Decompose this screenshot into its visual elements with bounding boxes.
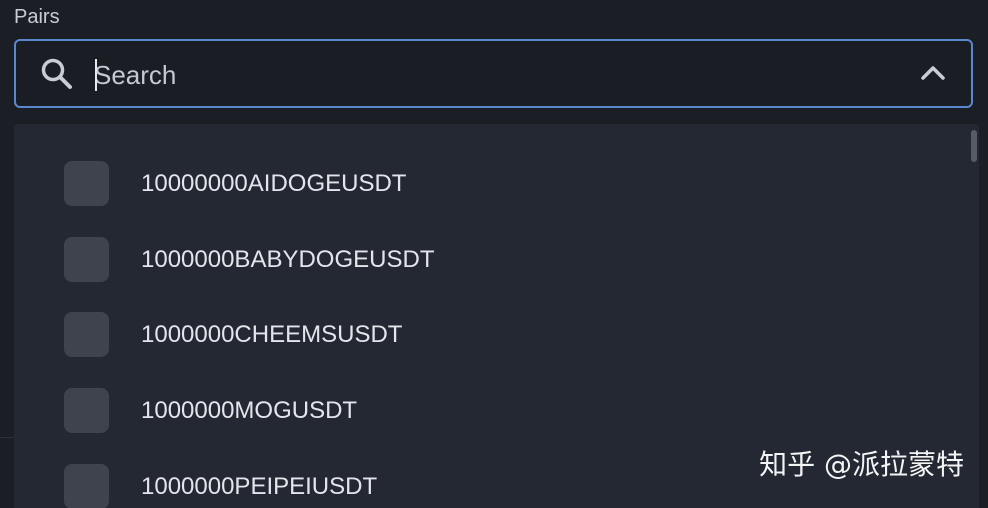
checkbox[interactable] [64, 312, 109, 357]
option-label: 1000000MOGUSDT [141, 397, 358, 424]
list-item[interactable]: 1000000BABYDOGEUSDT [14, 225, 954, 295]
search-input[interactable] [94, 57, 854, 93]
watermark: 知乎 @派拉蒙特 [759, 448, 964, 481]
collapse-dropdown-button[interactable] [913, 55, 953, 95]
option-label: 10000000AIDOGEUSDT [141, 170, 407, 197]
scrollbar-thumb[interactable] [971, 130, 977, 162]
checkbox[interactable] [64, 237, 109, 282]
list-item[interactable]: 1000000CHEEMSUSDT [14, 300, 954, 370]
checkbox[interactable] [64, 161, 109, 206]
list-item[interactable]: 1000000MOGUSDT [14, 376, 954, 446]
text-caret [95, 59, 97, 91]
list-item[interactable]: 10000000AIDOGEUSDT [14, 149, 954, 219]
option-label: 1000000BABYDOGEUSDT [141, 246, 435, 273]
option-label: 1000000PEIPEIUSDT [141, 473, 378, 500]
checkbox[interactable] [64, 464, 109, 508]
left-edge-divider [0, 437, 14, 438]
option-label: 1000000CHEEMSUSDT [141, 321, 403, 348]
chevron-up-icon [920, 64, 946, 87]
pairs-search-box[interactable] [14, 39, 973, 108]
checkbox[interactable] [64, 388, 109, 433]
pairs-label: Pairs [14, 6, 60, 28]
search-icon [39, 56, 75, 92]
